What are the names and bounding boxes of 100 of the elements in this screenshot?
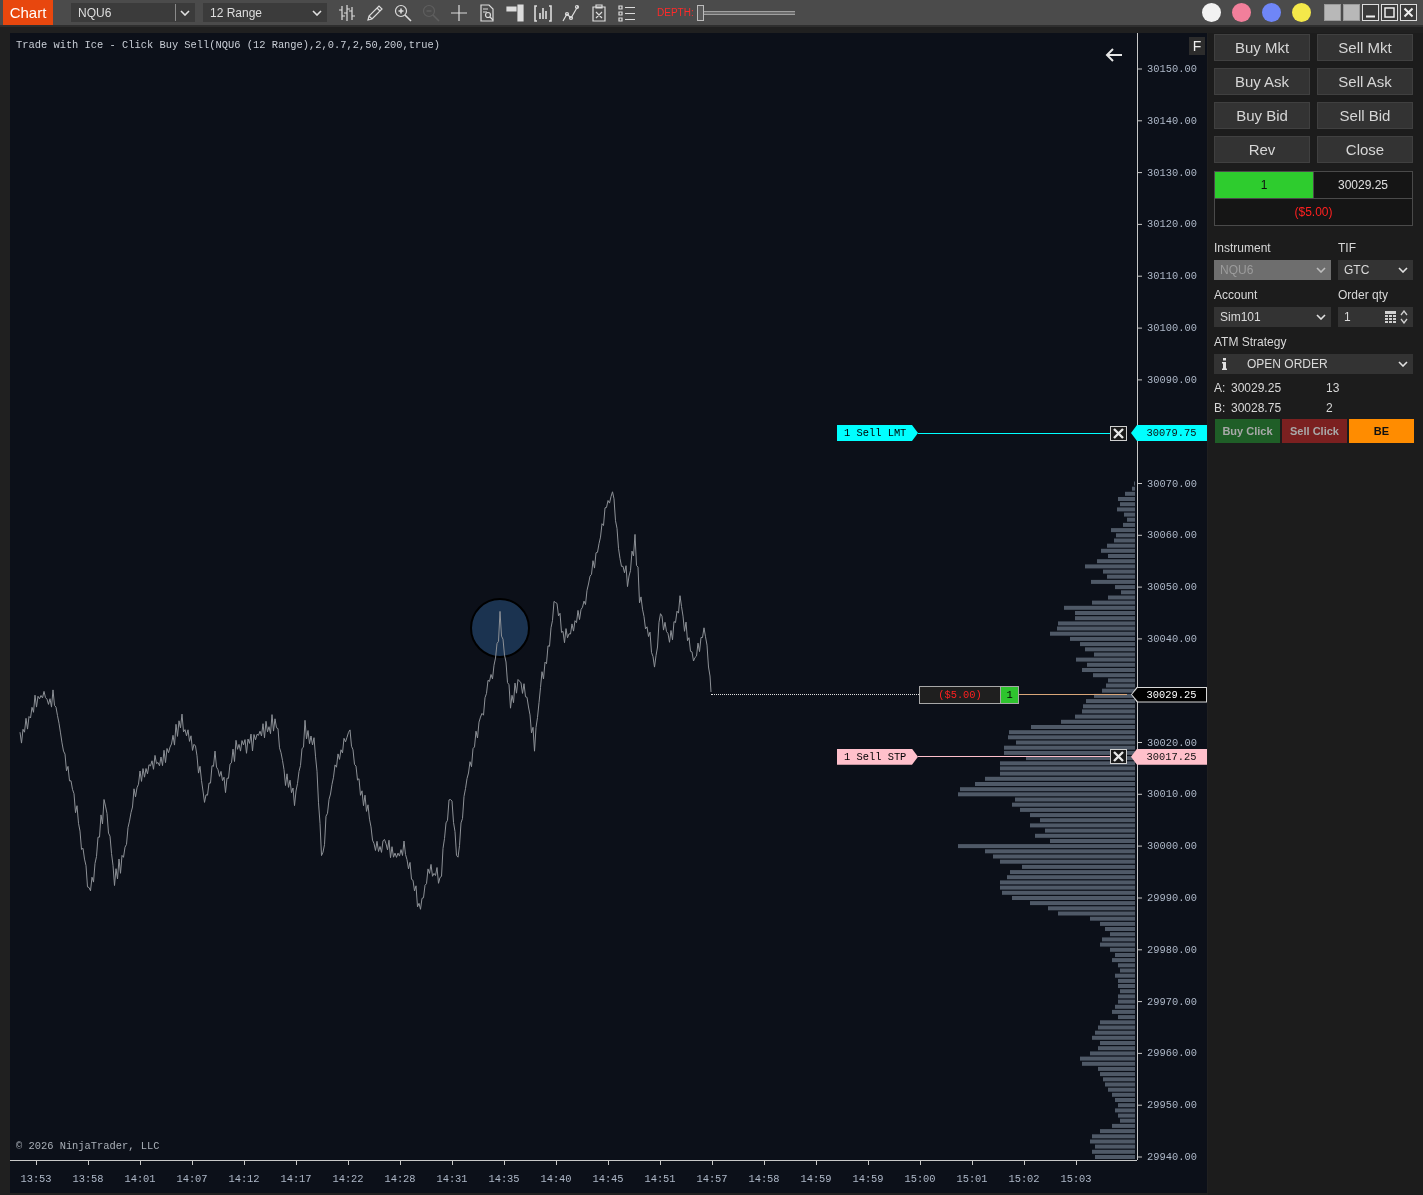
dropdown[interactable]: GTC: [1338, 260, 1413, 280]
cancel-x-icon[interactable]: [1110, 749, 1127, 765]
order-line[interactable]: [918, 756, 1110, 758]
quote-label: A:: [1214, 381, 1227, 395]
minimize-icon[interactable]: [1362, 4, 1379, 21]
time-label: 15:00: [903, 1173, 937, 1185]
close-icon[interactable]: [1400, 4, 1417, 21]
time-label: 13:53: [19, 1173, 53, 1185]
color-swatch-icon[interactable]: [1262, 3, 1281, 22]
order-button[interactable]: Close: [1317, 136, 1413, 163]
time-label: 14:40: [539, 1173, 573, 1185]
price-label: 30150.00: [1147, 62, 1197, 76]
time-label: 14:31: [435, 1173, 469, 1185]
number-field[interactable]: 1: [1338, 307, 1413, 327]
price-label: 29940.00: [1147, 1150, 1197, 1164]
order-button[interactable]: Rev: [1214, 136, 1310, 163]
time-label: 14:45: [591, 1173, 625, 1185]
color-swatch-icon[interactable]: [1292, 3, 1311, 22]
price-label: 30110.00: [1147, 269, 1197, 284]
click-button[interactable]: Sell Click: [1282, 419, 1347, 443]
color-swatch-icon[interactable]: [1202, 3, 1221, 22]
chart-tab[interactable]: Chart: [3, 0, 53, 25]
chevron-down-icon: [1398, 361, 1408, 367]
panel-layout-icon[interactable]: [506, 3, 524, 22]
order-button[interactable]: Buy Bid: [1214, 102, 1310, 129]
time-label: 13:58: [71, 1173, 105, 1185]
order-label[interactable]: 1 Sell LMT: [837, 425, 918, 441]
quote-price: 30029.25: [1231, 381, 1283, 395]
pencil-icon[interactable]: [366, 3, 384, 22]
circle-marker: [470, 598, 530, 658]
indicator-title: Trade with Ice - Click Buy Sell(NQU6 (12 Range),2,0.7,2,50,200,true): [16, 39, 440, 51]
time-label: 14:17: [279, 1173, 313, 1185]
chevron-down-icon: [1316, 314, 1326, 320]
zoom-in-icon[interactable]: [394, 3, 412, 22]
clipboard-icon[interactable]: [590, 3, 608, 22]
field-label: ATM Strategy: [1214, 334, 1288, 350]
field-label: Account: [1214, 287, 1259, 303]
square-tile-icon[interactable]: [1343, 4, 1360, 21]
line-chart-icon[interactable]: [562, 3, 580, 22]
copyright-text: © 2026 NinjaTrader, LLC: [16, 1140, 160, 1152]
order-button[interactable]: Sell Bid: [1317, 102, 1413, 129]
order-button[interactable]: Buy Mkt: [1214, 34, 1310, 61]
price-label: 29970.00: [1147, 994, 1197, 1009]
slider-thumb[interactable]: [697, 4, 704, 21]
price-label: 30040.00: [1147, 631, 1197, 646]
field-label: Instrument: [1214, 240, 1272, 256]
time-label: 14:28: [383, 1173, 417, 1185]
price-label: 30100.00: [1147, 321, 1197, 336]
price-label: 30130.00: [1147, 165, 1197, 180]
interval-dropdown[interactable]: 12 Range: [203, 3, 327, 22]
pnl-label: ($5.00): [919, 685, 1001, 704]
calculator-icon[interactable]: [1385, 311, 1396, 323]
back-arrow-icon[interactable]: [1105, 48, 1123, 62]
order-button[interactable]: Sell Ask: [1317, 68, 1413, 95]
price-label: 30060.00: [1147, 528, 1197, 543]
time-label: 14:01: [123, 1173, 157, 1185]
time-label: 14:51: [643, 1173, 677, 1185]
chevron-down-icon: [1316, 267, 1326, 273]
price-label: 29950.00: [1147, 1098, 1197, 1113]
price-label: 29990.00: [1147, 891, 1197, 905]
chevron-down-icon: [180, 9, 190, 16]
price-label: 30120.00: [1147, 217, 1197, 232]
dropdown[interactable]: OPEN ORDER: [1214, 354, 1413, 374]
price-label: 30050.00: [1147, 580, 1197, 595]
chevron-down-icon: [312, 9, 322, 16]
f-button[interactable]: F: [1189, 37, 1205, 55]
ohlc-bars-icon[interactable]: [338, 3, 356, 22]
order-label[interactable]: 1 Sell STP: [837, 748, 918, 765]
dropdown[interactable]: Sim101: [1214, 307, 1331, 327]
time-label: 15:02: [1007, 1173, 1041, 1185]
click-button[interactable]: BE: [1349, 419, 1414, 443]
time-label: 14:12: [227, 1173, 261, 1185]
order-button[interactable]: Sell Mkt: [1317, 34, 1413, 61]
field-label: Order qty: [1338, 287, 1389, 303]
color-swatch-icon[interactable]: [1232, 3, 1251, 22]
cancel-x-icon[interactable]: [1110, 425, 1127, 441]
instrument-dropdown[interactable]: NQU6: [71, 3, 195, 22]
chevron-down-icon: [1398, 267, 1408, 273]
quote-price: 30028.75: [1231, 401, 1283, 415]
time-label: 14:22: [331, 1173, 365, 1185]
bar-chart-icon[interactable]: [534, 3, 552, 22]
pnl-value: ($5.00): [1293, 204, 1334, 221]
price-label: 30000.00: [1147, 839, 1197, 854]
crosshair-icon[interactable]: [450, 3, 468, 22]
info-icon: [1222, 358, 1227, 370]
time-label: 14:59: [799, 1173, 833, 1185]
order-price-tag: 30079.75: [1131, 425, 1207, 441]
maximize-icon[interactable]: [1381, 4, 1398, 21]
list-icon[interactable]: [618, 3, 636, 22]
square-tile-icon[interactable]: [1324, 4, 1341, 21]
field-label: TIF: [1338, 240, 1357, 256]
spinner-arrows-icon[interactable]: [1400, 310, 1408, 324]
time-label: 14:07: [175, 1173, 209, 1185]
order-line[interactable]: [918, 432, 1110, 434]
order-price-tag: 30017.25: [1131, 748, 1207, 765]
price-label: 29960.00: [1147, 1046, 1197, 1061]
document-search-icon[interactable]: [478, 3, 496, 22]
depth-label: DEPTH:: [657, 7, 695, 18]
order-button[interactable]: Buy Ask: [1214, 68, 1310, 95]
price-label: 30070.00: [1147, 476, 1197, 491]
